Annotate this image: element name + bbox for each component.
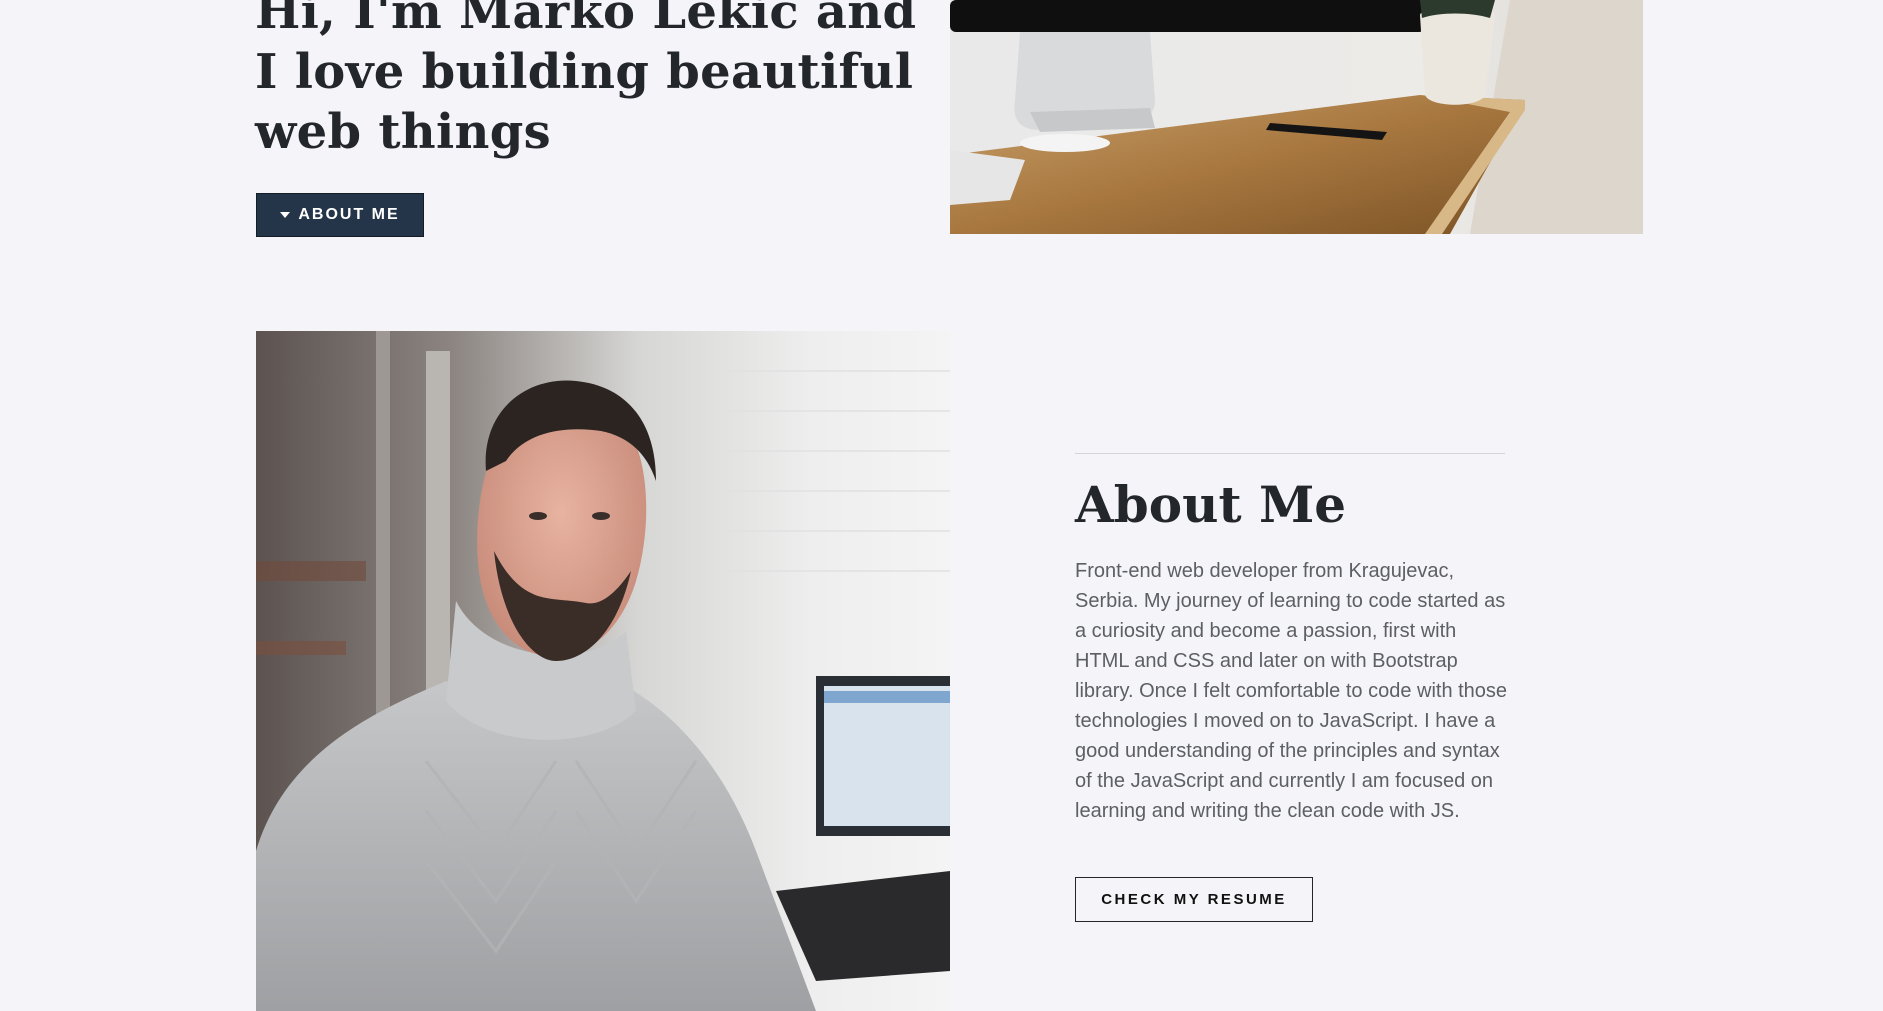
- about-me-button[interactable]: ABOUT ME: [256, 193, 424, 237]
- check-resume-button[interactable]: CHECK MY RESUME: [1075, 877, 1313, 922]
- desk-photo: [950, 0, 1643, 234]
- hero-title: Hi, I'm Marko Lekic and I love building …: [255, 0, 917, 160]
- about-description: Front-end web developer from Kragujevac,…: [1075, 560, 1508, 822]
- caret-down-icon: [280, 212, 291, 218]
- desk-illustration: [950, 0, 1643, 234]
- about-title: About Me: [1075, 475, 1347, 534]
- portrait-illustration: [256, 331, 950, 1011]
- about-divider: [1075, 453, 1505, 454]
- portrait-photo: [256, 331, 950, 1011]
- about-me-button-label: ABOUT ME: [298, 206, 400, 223]
